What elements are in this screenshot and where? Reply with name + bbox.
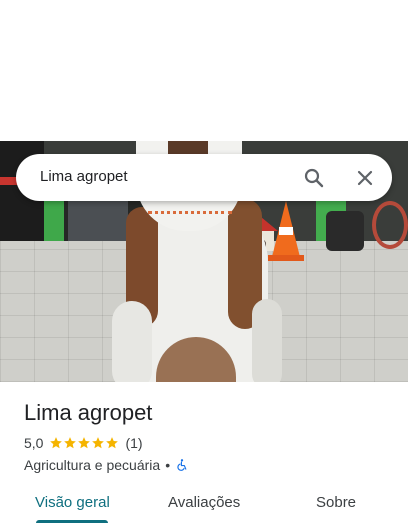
- star-rating: [49, 436, 119, 450]
- photo-green-wall-left: [44, 199, 64, 247]
- star-icon: [64, 437, 77, 449]
- tab-overview[interactable]: Visão geral: [35, 494, 110, 512]
- photo-stand: [326, 211, 364, 251]
- photo-items: [68, 201, 128, 241]
- star-icon: [78, 437, 91, 449]
- dog-statue-collar: [148, 205, 232, 214]
- blank-header-area: [0, 0, 408, 141]
- star-icon: [92, 437, 105, 449]
- search-input[interactable]: Lima agropet: [40, 168, 128, 186]
- category-row: Agricultura e pecuária •: [24, 456, 189, 474]
- tab-about[interactable]: Sobre: [316, 494, 356, 512]
- photo-bicycle: [372, 201, 408, 249]
- place-title: Lima agropet: [24, 400, 153, 425]
- rating-row[interactable]: 5,0 (1): [24, 434, 143, 452]
- review-count[interactable]: (1): [125, 435, 142, 451]
- rating-value: 5,0: [24, 435, 44, 451]
- active-tab-indicator: [36, 520, 108, 523]
- search-bar[interactable]: Lima agropet: [16, 154, 392, 201]
- search-icon[interactable]: [302, 166, 326, 190]
- tab-reviews[interactable]: Avaliações: [168, 494, 240, 512]
- close-icon[interactable]: [353, 166, 377, 190]
- place-category: Agricultura e pecuária: [24, 457, 161, 473]
- wheelchair-accessible-icon: [177, 459, 187, 471]
- star-icon: [106, 437, 119, 449]
- separator-dot: •: [165, 457, 171, 473]
- star-icon: [50, 437, 63, 449]
